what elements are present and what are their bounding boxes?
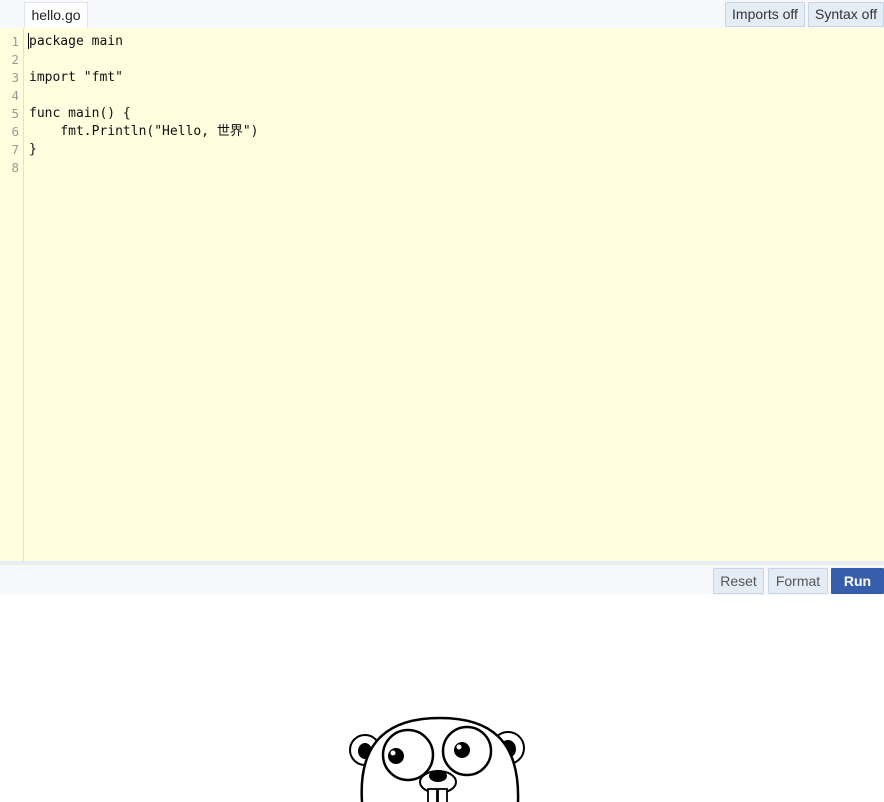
format-button[interactable]: Format [768,568,828,594]
syntax-toggle-button[interactable]: Syntax off [808,2,884,27]
file-tab-hello-go[interactable]: hello.go [24,2,88,28]
line-number: 5 [11,106,19,121]
line-number: 8 [11,160,19,175]
code-editor[interactable]: 1 2 3 4 5 6 7 8 package main import "fmt… [0,28,884,561]
line-number: 4 [11,88,19,103]
imports-toggle-button[interactable]: Imports off [725,2,805,27]
line-number: 2 [11,52,19,67]
run-button[interactable]: Run [831,568,884,594]
gopher-mascot-icon [349,716,525,802]
code-line[interactable]: package main [29,33,123,51]
line-number: 7 [11,142,19,157]
top-toolbar: hello.go Imports off Syntax off [0,0,884,28]
line-number: 6 [11,124,19,139]
action-toolbar: Reset Format Run [0,565,884,595]
code-line[interactable]: func main() { [29,105,131,123]
code-line[interactable]: import "fmt" [29,69,123,87]
line-number-gutter: 1 2 3 4 5 6 7 8 [0,28,24,561]
line-number: 3 [11,70,19,85]
code-line[interactable]: fmt.Println("Hello, 世界") [29,123,258,141]
line-number: 1 [11,34,19,49]
reset-button[interactable]: Reset [713,568,764,594]
code-line[interactable]: } [29,141,37,159]
